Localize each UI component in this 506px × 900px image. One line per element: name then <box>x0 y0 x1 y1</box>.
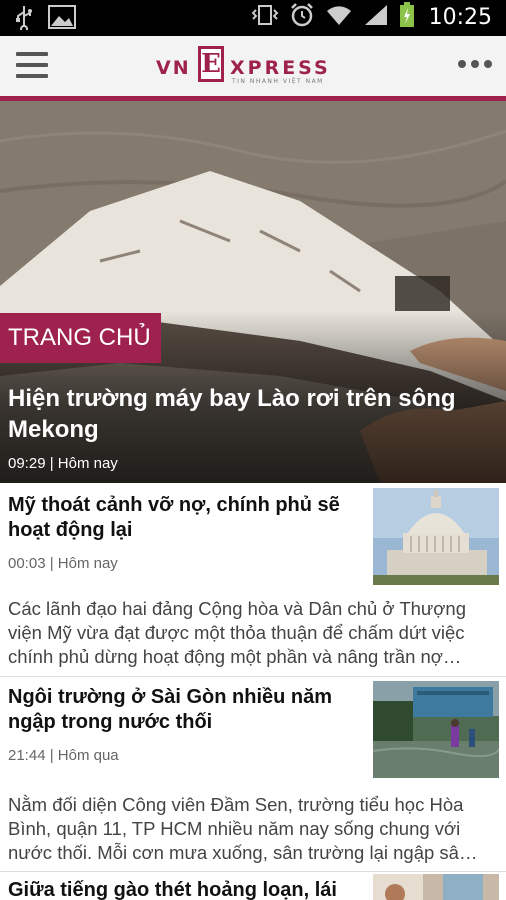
article-item[interactable]: Giữa tiếng gào thét hoảng loạn, lái xe <box>0 872 506 900</box>
usb-icon <box>14 4 34 34</box>
hero-title[interactable]: Hiện trường máy bay Lào rơi trên sông Me… <box>8 383 498 445</box>
logo-tagline: TIN NHANH VIỆT NAM <box>232 78 324 85</box>
article-thumbnail[interactable] <box>373 681 499 778</box>
article-title[interactable]: Mỹ thoát cảnh vỡ nợ, chính phủ sẽ hoạt đ… <box>8 493 363 543</box>
wifi-icon <box>325 3 353 31</box>
article-title[interactable]: Giữa tiếng gào thét hoảng loạn, lái xe <box>8 878 363 900</box>
status-bar: 10:25 <box>0 0 506 36</box>
logo-text-vn: VN <box>156 57 191 79</box>
article-timestamp: 21:44 | Hôm qua <box>8 747 119 764</box>
battery-charging-icon <box>399 2 415 32</box>
hero-timestamp: 09:29 | Hôm nay <box>8 455 118 472</box>
article-item[interactable]: Ngôi trường ở Sài Gòn nhiều năm ngập tro… <box>0 677 506 873</box>
signal-icon <box>363 3 389 31</box>
clock: 10:25 <box>428 4 492 30</box>
section-label[interactable]: TRANG CHỦ <box>0 313 161 363</box>
article-summary: Các lãnh đạo hai đảng Cộng hòa và Dân ch… <box>8 598 467 667</box>
image-icon <box>48 5 76 33</box>
app-bar: VN E XPRESS TIN NHANH VIỆT NAM <box>0 36 506 96</box>
hamburger-icon <box>16 52 48 56</box>
menu-button[interactable] <box>16 52 48 80</box>
logo-text-xpress: XPRESS <box>230 57 331 79</box>
article-thumbnail[interactable] <box>373 488 499 585</box>
hero-story[interactable]: TRANG CHỦ Hiện trường máy bay Lào rơi tr… <box>0 101 506 483</box>
vibrate-icon <box>251 3 279 31</box>
alarm-icon <box>289 2 315 32</box>
article-summary: Nằm đối diện Công viên Đầm Sen, trường t… <box>8 794 478 863</box>
article-item[interactable]: Mỹ thoát cảnh vỡ nợ, chính phủ sẽ hoạt đ… <box>0 483 506 675</box>
more-dots-icon <box>458 60 466 68</box>
article-thumbnail[interactable] <box>373 874 499 900</box>
logo-e-mark: E <box>198 46 224 82</box>
vnexpress-logo[interactable]: VN E XPRESS TIN NHANH VIỆT NAM <box>152 44 352 88</box>
article-timestamp: 00:03 | Hôm nay <box>8 555 118 572</box>
overflow-menu-button[interactable] <box>458 60 492 68</box>
article-title[interactable]: Ngôi trường ở Sài Gòn nhiều năm ngập tro… <box>8 685 363 735</box>
